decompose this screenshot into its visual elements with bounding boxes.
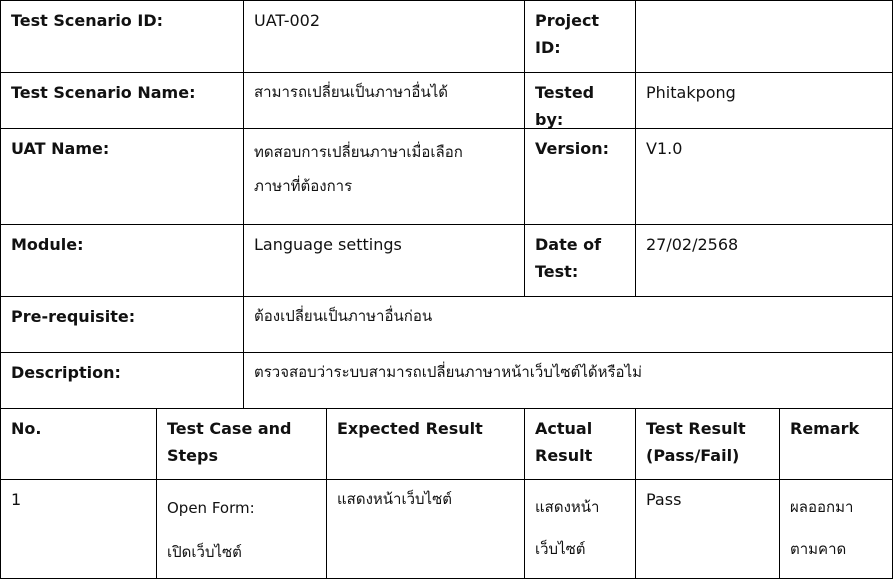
uat-name-value: ทดสอบการเปลี่ยนภาษาเมื่อเลือก ภาษาที่ต้อ… <box>244 129 525 225</box>
case-row-expected-result: แสดงหน้าเว็บไซต์ <box>327 480 525 579</box>
description-value: ตรวจสอบว่าระบบสามารถเปลี่ยนภาษาหน้าเว็บไ… <box>244 353 893 409</box>
column-header-remark: Remark <box>780 409 893 480</box>
module-label: Module: <box>0 225 244 297</box>
case-row-remark: ผลออกมา ตามคาด <box>780 480 893 579</box>
scenario-id-label: Test Scenario ID: <box>0 0 244 73</box>
column-header-test-result: Test Result (Pass/Fail) <box>636 409 780 480</box>
date-of-test-label: Date of Test: <box>525 225 636 297</box>
case-row-test-result: Pass <box>636 480 780 579</box>
tested-by-value: Phitakpong <box>636 73 893 129</box>
scenario-name-label: Test Scenario Name: <box>0 73 244 129</box>
prerequisite-value: ต้องเปลี่ยนเป็นภาษาอื่นก่อน <box>244 297 893 353</box>
case-row-test-case-steps: Open Form: เปิดเว็บไซต์ <box>157 480 327 579</box>
description-label: Description: <box>0 353 244 409</box>
project-id-label: Project ID: <box>525 0 636 73</box>
uat-name-label: UAT Name: <box>0 129 244 225</box>
case-row-no: 1 <box>0 480 157 579</box>
scenario-id-value: UAT-002 <box>244 0 525 73</box>
tested-by-label: Tested by: <box>525 73 636 129</box>
uat-test-scenario-table: Test Scenario ID: UAT-002 Project ID: Te… <box>0 0 893 581</box>
prerequisite-label: Pre-requisite: <box>0 297 244 353</box>
column-header-expected-result: Expected Result <box>327 409 525 480</box>
project-id-value <box>636 0 893 73</box>
module-value: Language settings <box>244 225 525 297</box>
column-header-no: No. <box>0 409 157 480</box>
scenario-name-value: สามารถเปลี่ยนเป็นภาษาอื่นได้ <box>244 73 525 129</box>
column-header-actual-result: Actual Result <box>525 409 636 480</box>
case-row-actual-result: แสดงหน้า เว็บไซต์ <box>525 480 636 579</box>
version-value: V1.0 <box>636 129 893 225</box>
column-header-test-case-steps: Test Case and Steps <box>157 409 327 480</box>
date-of-test-value: 27/02/2568 <box>636 225 893 297</box>
version-label: Version: <box>525 129 636 225</box>
